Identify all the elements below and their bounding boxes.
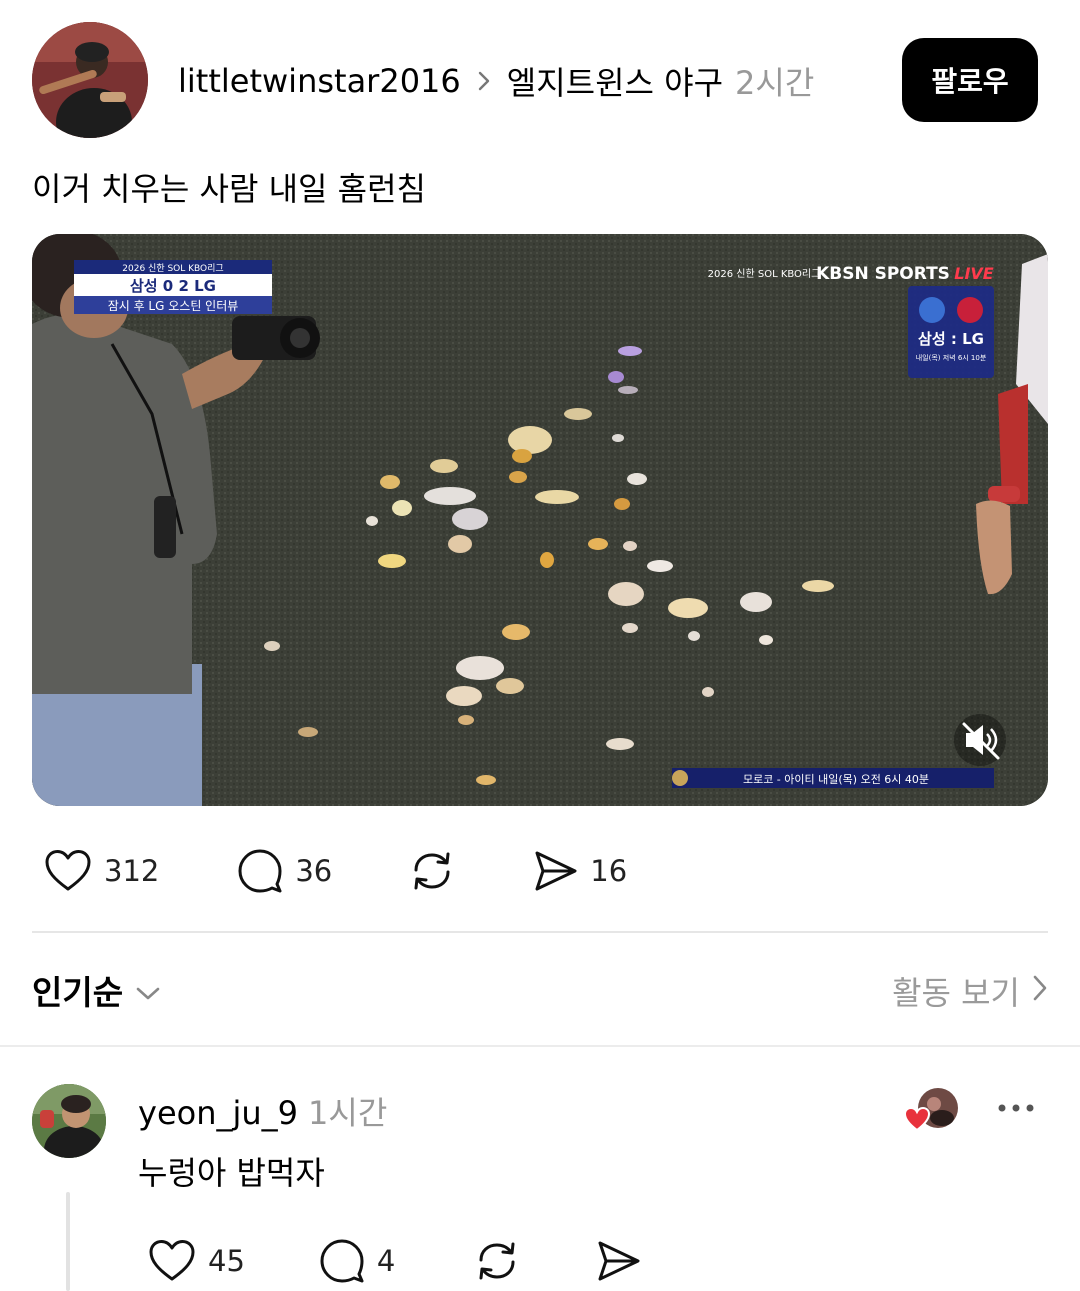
author-username[interactable]: littletwinstar2016 <box>178 62 461 100</box>
activity-link-label: 활동 보기 <box>892 974 1020 1012</box>
svg-text:삼성 : LG: 삼성 : LG <box>918 330 984 348</box>
speaker-muted-icon[interactable] <box>954 714 1006 766</box>
comment-repost-button[interactable] <box>461 1228 521 1291</box>
comment-like-count: 45 <box>208 1244 245 1278</box>
comment-sort-row: 인기순 활동 보기 <box>32 960 1048 1020</box>
post-actions: 312 36 16 <box>32 838 627 904</box>
comment-actions: 45 4 <box>136 1230 641 1291</box>
share-button[interactable]: 16 <box>520 838 627 904</box>
commenter-avatar[interactable] <box>32 1084 106 1158</box>
comment-button[interactable]: 36 <box>225 838 332 904</box>
post-header: littletwinstar2016 엘지트윈스 야구 2시간 팔로우 <box>0 0 1080 150</box>
comment-item: yeon_ju_9 1시간 누렁아 밥먹자 45 4 <box>0 1060 1080 1291</box>
svg-text:내일(목) 저녁 6시 10분: 내일(목) 저녁 6시 10분 <box>916 353 987 362</box>
view-activity-link[interactable]: 활동 보기 <box>892 968 1048 1014</box>
comment-text: 누렁아 밥먹자 <box>138 1154 325 1192</box>
speech-bubble-icon <box>237 848 283 894</box>
repost-icon <box>473 1238 521 1284</box>
comment-time: 1시간 <box>308 1094 388 1132</box>
heart-icon <box>903 1106 931 1132</box>
repost-button[interactable] <box>396 838 456 904</box>
svg-text:삼성 0 2 LG: 삼성 0 2 LG <box>130 277 216 295</box>
divider <box>32 931 1048 933</box>
post-meta: littletwinstar2016 엘지트윈스 야구 2시간 <box>178 58 814 104</box>
thread-line <box>66 1192 70 1291</box>
comment-like-button[interactable]: 45 <box>136 1228 245 1291</box>
sort-dropdown[interactable]: 인기순 <box>32 966 161 1014</box>
post-video[interactable]: 2026 신한 SOL KBO리그 삼성 0 2 LG 잠시 후 LG 오스틴 … <box>32 234 1048 806</box>
speech-bubble-icon <box>319 1238 365 1284</box>
chevron-right-icon <box>1020 972 1048 1010</box>
post-text: 이거 치우는 사람 내일 홈런침 <box>32 170 426 208</box>
community-name[interactable]: 엘지트윈스 야구 <box>507 58 723 104</box>
bottom-ticker: 모로코 - 아이티 내일(목) 오전 6시 40분 <box>672 768 994 788</box>
svg-text:2026 신한 SOL KBO리그: 2026 신한 SOL KBO리그 <box>122 263 223 274</box>
more-options-icon[interactable] <box>996 1098 1036 1118</box>
author-avatar[interactable] <box>32 22 148 138</box>
chevron-right-icon <box>477 70 491 92</box>
send-icon <box>595 1239 641 1283</box>
comment-meta: yeon_ju_9 1시간 <box>138 1088 387 1134</box>
chevron-down-icon <box>123 971 161 1010</box>
share-count: 16 <box>590 854 628 888</box>
comment-share-button[interactable] <box>583 1228 641 1291</box>
svg-text:KBSN SPORTS: KBSN SPORTS <box>816 264 950 284</box>
heart-icon <box>44 849 92 893</box>
post-time: 2시간 <box>735 64 815 102</box>
svg-text:모로코 - 아이티 내일(목) 오전 6시 40분: 모로코 - 아이티 내일(목) 오전 6시 40분 <box>743 772 929 786</box>
comment-count: 36 <box>295 854 333 888</box>
svg-text:2026 신한 SOL KBO리그: 2026 신한 SOL KBO리그 <box>708 268 821 280</box>
send-icon <box>532 849 578 893</box>
comment-reply-count: 4 <box>376 1244 396 1278</box>
follow-button[interactable]: 팔로우 <box>902 38 1038 122</box>
svg-text:LIVE: LIVE <box>954 264 994 283</box>
divider <box>0 1045 1080 1047</box>
scoreboard-overlay: 2026 신한 SOL KBO리그 삼성 0 2 LG 잠시 후 LG 오스틴 … <box>74 260 272 314</box>
like-button[interactable]: 312 <box>32 838 159 904</box>
heart-icon <box>148 1239 196 1283</box>
commenter-username[interactable]: yeon_ju_9 <box>138 1094 298 1132</box>
svg-text:잠시 후 LG 오스틴 인터뷰: 잠시 후 LG 오스틴 인터뷰 <box>108 299 239 313</box>
author-liked-badge <box>903 1086 964 1138</box>
comment-reply-button[interactable]: 4 <box>307 1228 395 1291</box>
repost-icon <box>408 848 456 894</box>
sort-label: 인기순 <box>32 973 124 1012</box>
like-count: 312 <box>104 854 160 888</box>
